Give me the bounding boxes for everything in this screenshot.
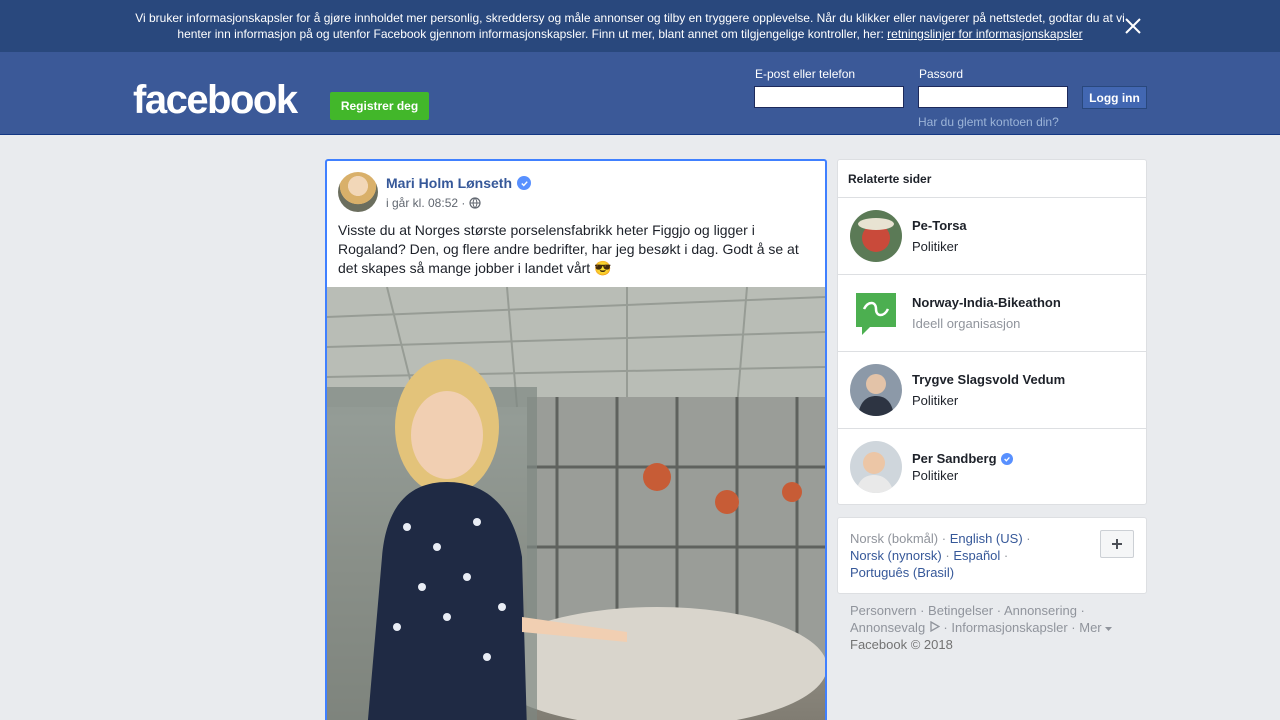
email-label: E-post eller telefon	[755, 67, 856, 81]
password-label: Passord	[919, 67, 964, 81]
register-button[interactable]: Registrer deg	[330, 92, 429, 120]
related-category: Politiker	[912, 393, 959, 408]
avatar[interactable]	[850, 210, 902, 262]
related-item[interactable]: Pe-Torsa Politiker	[838, 198, 1146, 275]
footer-cookies[interactable]: Informasjonskapsler	[951, 620, 1067, 635]
footer-adchoices[interactable]: Annonsevalg	[850, 620, 925, 635]
language-pt[interactable]: Português (Brasil)	[850, 565, 954, 580]
language-nn[interactable]: Norsk (nynorsk)	[850, 548, 942, 563]
cookie-banner: Vi bruker informasjonskapsler for å gjør…	[0, 0, 1280, 52]
forgot-account-link[interactable]: Har du glemt kontoen din?	[918, 115, 1059, 129]
related-pages: Relaterte sider Pe-Torsa Politiker Norwa…	[837, 159, 1147, 505]
related-name[interactable]: Pe-Torsa	[912, 218, 967, 233]
verified-badge-icon	[517, 176, 532, 190]
post-card: Mari Holm Lønseth i går kl. 08:52 · Viss…	[325, 159, 827, 720]
facebook-logo[interactable]: facebook	[133, 78, 298, 122]
language-list: Norsk (bokmål) · English (US) · Norsk (n…	[850, 531, 1031, 580]
password-field[interactable]	[918, 86, 1068, 108]
related-name-text[interactable]: Per Sandberg	[912, 451, 997, 466]
related-name[interactable]: Per Sandberg	[912, 451, 1013, 466]
email-field[interactable]	[754, 86, 904, 108]
post-photo[interactable]	[327, 287, 825, 720]
post-timestamp[interactable]: i går kl. 08:52 ·	[386, 196, 465, 210]
related-category: Politiker	[912, 239, 959, 254]
footer-terms[interactable]: Betingelser	[928, 603, 993, 618]
login-button[interactable]: Logg inn	[1082, 86, 1147, 109]
plus-icon	[1112, 539, 1122, 549]
related-name[interactable]: Trygve Slagsvold Vedum	[912, 372, 1065, 387]
avatar[interactable]	[850, 441, 902, 493]
adchoices-icon[interactable]	[929, 620, 941, 633]
footer: Personvern · Betingelser · Annonsering ·…	[850, 602, 1140, 653]
close-icon[interactable]	[1122, 15, 1144, 37]
footer-ads[interactable]: Annonsering	[1004, 603, 1077, 618]
top-bar: facebook Registrer deg E-post eller tele…	[0, 52, 1280, 135]
related-category: Ideell organisasjon	[912, 316, 1021, 331]
post-author[interactable]: Mari Holm Lønseth	[386, 175, 532, 191]
chevron-down-icon[interactable]	[1105, 627, 1113, 632]
verified-badge-icon	[1000, 452, 1013, 465]
factory-photo	[327, 287, 825, 720]
author-name[interactable]: Mari Holm Lønseth	[386, 175, 512, 191]
related-title: Relaterte sider	[838, 160, 1146, 198]
related-item[interactable]: Per Sandberg Politiker	[838, 429, 1146, 506]
avatar[interactable]	[850, 287, 902, 339]
related-item[interactable]: Norway-India-Bikeathon Ideell organisasj…	[838, 275, 1146, 352]
language-selector: Norsk (bokmål) · English (US) · Norsk (n…	[837, 517, 1147, 594]
post-meta: i går kl. 08:52 ·	[386, 196, 481, 210]
related-name[interactable]: Norway-India-Bikeathon	[912, 295, 1061, 310]
language-current: Norsk (bokmål)	[850, 531, 939, 546]
related-item[interactable]: Trygve Slagsvold Vedum Politiker	[838, 352, 1146, 429]
language-es[interactable]: Español	[953, 548, 1000, 563]
globe-icon[interactable]	[469, 197, 481, 209]
more-languages-button[interactable]	[1100, 530, 1134, 558]
footer-copyright: Facebook © 2018	[850, 637, 953, 652]
footer-privacy[interactable]: Personvern	[850, 603, 916, 618]
footer-more[interactable]: Mer	[1079, 620, 1101, 635]
cookie-text: Vi bruker informasjonskapsler for å gjør…	[130, 10, 1130, 42]
cookie-policy-link[interactable]: retningslinjer for informasjonskapsler	[887, 27, 1082, 41]
language-en[interactable]: English (US)	[950, 531, 1023, 546]
avatar[interactable]	[850, 364, 902, 416]
author-avatar[interactable]	[338, 172, 378, 212]
related-category: Politiker	[912, 468, 959, 483]
post-text: Visste du at Norges største porselensfab…	[338, 222, 799, 276]
